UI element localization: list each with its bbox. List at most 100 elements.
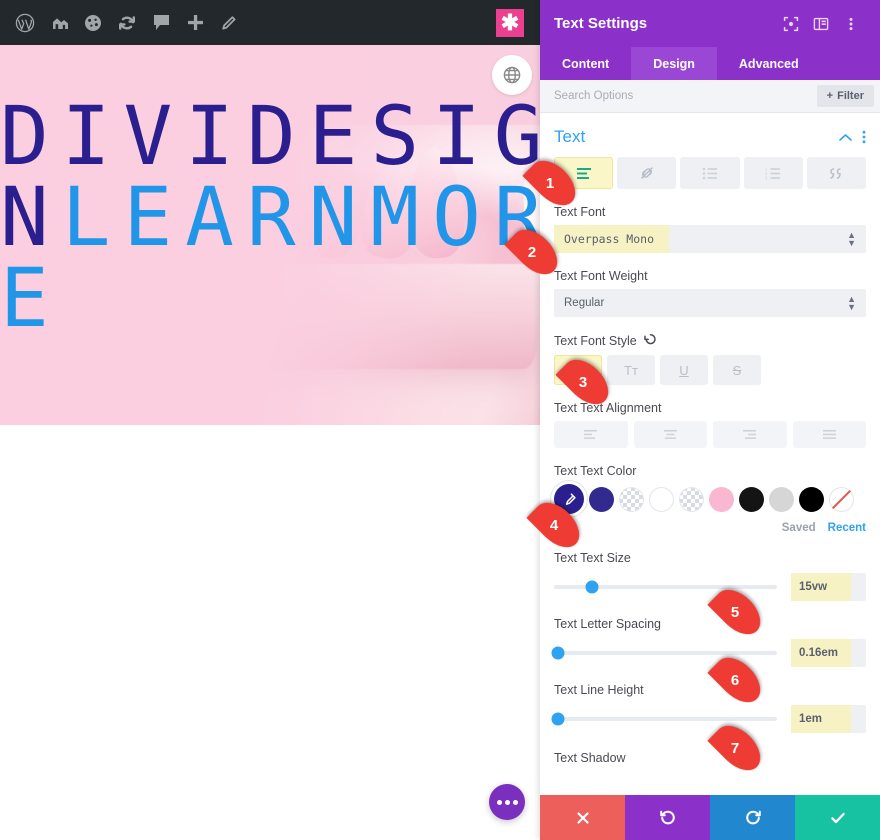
swatch-transparent-2[interactable] — [679, 486, 704, 512]
line-height-slider[interactable] — [551, 712, 777, 726]
swatch-black-2[interactable] — [799, 486, 824, 512]
recent-colors-tab[interactable]: Recent — [828, 522, 866, 534]
strikethrough-glyph: S — [732, 362, 742, 378]
fullscreen-icon[interactable] — [776, 9, 806, 39]
letter-spacing-input[interactable]: 0.16em — [791, 639, 866, 667]
chevron-updown-icon: ▲ ▼ — [847, 230, 856, 248]
hero-heading-text[interactable]: DIVIDESIGNLEARNMORE — [0, 97, 540, 340]
line-height-input[interactable]: 1em — [791, 705, 866, 733]
text-font-label: Text Font — [554, 205, 866, 219]
letter-spacing-slider[interactable] — [551, 646, 777, 660]
color-swatch-meta: ••• Saved Recent — [554, 520, 866, 535]
save-button[interactable] — [795, 795, 880, 840]
text-font-weight-value: Regular — [564, 297, 605, 309]
plus-icon[interactable] — [178, 0, 212, 45]
align-right-button[interactable] — [713, 421, 787, 448]
globe-icon[interactable] — [492, 55, 532, 95]
search-options-row: Search Options + Filter — [540, 80, 880, 113]
kebab-menu-icon[interactable] — [836, 9, 866, 39]
more-colors-icon[interactable]: ••• — [554, 520, 782, 535]
underline-button[interactable]: U — [660, 355, 708, 385]
slider-handle[interactable] — [551, 712, 565, 726]
marker-number: 7 — [730, 739, 740, 757]
undo-button[interactable] — [625, 795, 710, 840]
text-size-input[interactable]: 15vw — [791, 573, 866, 601]
slider-handle[interactable] — [551, 646, 565, 660]
swatch-white[interactable] — [649, 486, 674, 512]
dot — [496, 799, 502, 805]
comment-icon[interactable] — [144, 0, 178, 45]
panel-tabs: Content Design Advanced — [540, 47, 880, 80]
line-height-value: 1em — [791, 705, 851, 733]
chevron-up-icon[interactable] — [839, 133, 852, 142]
blockquote-icon[interactable] — [806, 157, 867, 189]
text-size-slider[interactable] — [554, 580, 777, 594]
tab-content[interactable]: Content — [540, 47, 631, 80]
page-title: Text Settings — [554, 15, 648, 32]
hero-text-blue: LEARNMORE — [0, 171, 540, 346]
text-section-header: Text — [554, 113, 866, 157]
swatch-transparent-1[interactable] — [619, 486, 644, 512]
align-justify-button[interactable] — [792, 421, 866, 448]
ordered-list-icon[interactable]: 123 — [743, 157, 803, 189]
text-font-style-label: Text Font Style — [554, 333, 866, 349]
section-kebab-menu-icon[interactable] — [862, 130, 866, 144]
text-size-label: Text Text Size — [554, 551, 866, 565]
chevron-updown-icon: ▲ ▼ — [847, 294, 856, 312]
align-left-button[interactable] — [554, 421, 628, 448]
marker-5: 5 — [707, 581, 769, 643]
redo-button[interactable] — [710, 795, 795, 840]
layout-columns-icon[interactable] — [806, 9, 836, 39]
label-text: Text Font Weight — [554, 269, 648, 283]
marker-3: 3 — [555, 351, 617, 413]
text-font-weight-select[interactable]: Regular ▲ ▼ — [554, 289, 866, 317]
filter-button-label: Filter — [837, 90, 864, 102]
reset-icon[interactable] — [643, 333, 657, 349]
marker-2: 2 — [504, 221, 566, 283]
text-font-weight-label: Text Font Weight — [554, 269, 866, 283]
marker-number: 1 — [545, 174, 555, 192]
swatch-pink[interactable] — [709, 486, 734, 512]
label-text: Text Text Color — [554, 464, 637, 478]
hero-section: DIVIDESIGNLEARNMORE — [0, 45, 540, 425]
unordered-list-icon[interactable] — [680, 157, 740, 189]
dot — [504, 799, 510, 805]
screenshot-root: ✱ DIVIDESIGNLEARNMORE Text Settings Cont… — [0, 0, 880, 840]
text-font-value: Overpass Mono — [554, 225, 669, 253]
text-alignment-buttons — [554, 421, 866, 448]
divi-floating-menu-button[interactable] — [489, 784, 525, 820]
swatch-navy[interactable] — [589, 486, 614, 512]
slider-handle[interactable] — [585, 580, 599, 594]
marker-number: 2 — [527, 243, 537, 261]
tab-advanced[interactable]: Advanced — [717, 47, 821, 80]
dot — [512, 799, 518, 805]
refresh-icon[interactable] — [110, 0, 144, 45]
home-icon[interactable] — [42, 0, 76, 45]
label-text: Text Font — [554, 205, 606, 219]
strikethrough-button[interactable]: S — [713, 355, 761, 385]
cancel-button[interactable] — [540, 795, 625, 840]
dashboard-speed-icon[interactable] — [76, 0, 110, 45]
swatch-lightgray[interactable] — [769, 486, 794, 512]
marker-7: 7 — [707, 717, 769, 779]
pencil-icon[interactable] — [212, 0, 246, 45]
label-text: Text Font Style — [554, 334, 637, 348]
plus-icon: + — [826, 90, 834, 102]
search-input[interactable]: Search Options — [554, 90, 817, 102]
filter-button[interactable]: + Filter — [816, 85, 874, 107]
label-text: Text Line Height — [554, 683, 644, 697]
section-title: Text — [554, 127, 586, 146]
saved-colors-tab[interactable]: Saved — [782, 522, 816, 534]
wordpress-admin-bar: ✱ — [0, 0, 540, 45]
swatch-no-color[interactable] — [829, 486, 854, 512]
tab-design[interactable]: Design — [631, 47, 717, 80]
marker-6: 6 — [707, 649, 769, 711]
swatch-black-1[interactable] — [739, 486, 764, 512]
marker-number: 6 — [730, 671, 740, 689]
marker-number: 3 — [578, 373, 588, 391]
wordpress-logo-icon[interactable] — [8, 0, 42, 45]
link-icon[interactable] — [617, 157, 677, 189]
divi-badge-icon[interactable]: ✱ — [496, 8, 524, 37]
align-center-button[interactable] — [633, 421, 707, 448]
text-font-select[interactable]: Overpass Mono ▲ ▼ — [554, 225, 866, 253]
